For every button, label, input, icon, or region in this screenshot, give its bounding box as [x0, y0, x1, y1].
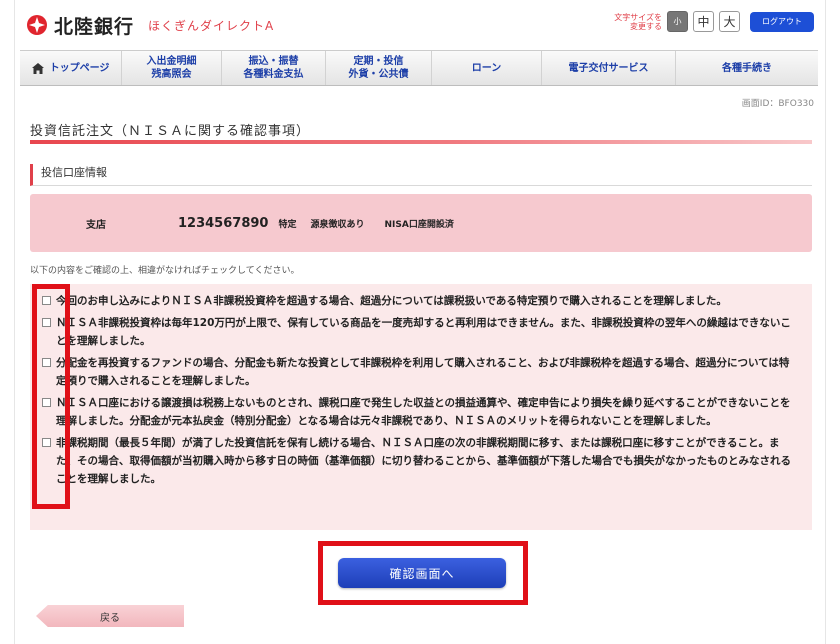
fontsize-large-button[interactable]: 大 [719, 11, 740, 32]
fontsize-controls: 文字サイズを変更する 小 中 大 ログアウト [614, 11, 814, 32]
nav-item-label: 振込・振替 各種料金支払 [243, 56, 304, 80]
bank-logo-icon [26, 14, 48, 36]
confirm-screen-button[interactable]: 確認画面へ [338, 558, 506, 588]
confirm-item-text: 非課税期間（最長５年間）が満了した投資信託を保有し続ける場合、ＮＩＳＡ口座の次の… [56, 437, 791, 485]
nav-item-statements[interactable]: 入出金明細 残高照会 [122, 51, 222, 85]
account-tax-status: 源泉徴収あり [310, 219, 365, 230]
title-underline [30, 140, 812, 144]
confirm-item-text: 今回のお申し込みによりＮＩＳＡ非課税投資枠を超過する場合、超過分については課税扱… [56, 295, 727, 307]
nav-item-label: 定期・投信 外貨・公共債 [348, 56, 409, 80]
confirm-item: ＮＩＳＡ口座における譲渡損は税務上ないものとされ、課税口座で発生した収益との損益… [42, 394, 798, 430]
bank-name: 北陸銀行 [54, 15, 135, 38]
nav-item-e-delivery[interactable]: 電子交付サービス [542, 51, 676, 85]
confirm-item-text: 分配金を再投資するファンドの場合、分配金も新たな投資として非課税枠を利用して購入… [56, 357, 790, 387]
confirm-item: 非課税期間（最長５年間）が満了した投資信託を保有し続ける場合、ＮＩＳＡ口座の次の… [42, 434, 798, 488]
back-button[interactable]: 戻る [36, 605, 184, 627]
account-branch: 支店 [86, 219, 106, 231]
fontsize-small-button[interactable]: 小 [667, 11, 688, 32]
nav-item-label: 電子交付サービス [568, 62, 649, 74]
global-nav: トップページ 入出金明細 残高照会 振込・振替 各種料金支払 定期・投信 外貨・… [20, 50, 818, 86]
fontsize-label: 文字サイズを変更する [614, 12, 662, 31]
instruction-text: 以下の内容をご確認の上、相違がなければチェックしてください。 [30, 266, 300, 276]
nav-item-label: ローン [471, 62, 502, 74]
nav-item-deposits-investments[interactable]: 定期・投信 外貨・公共債 [326, 51, 432, 85]
confirm-item: 今回のお申し込みによりＮＩＳＡ非課税投資枠を超過する場合、超過分については課税扱… [42, 292, 798, 310]
nav-item-label: 各種手続き [722, 62, 772, 74]
confirm-item-text: ＮＩＳＡ口座における譲渡損は税務上ないものとされ、課税口座で発生した収益との損益… [56, 397, 791, 427]
confirm-item-text: ＮＩＳＡ非課税投資枠は毎年120万円が上限で、保有している商品を一度売却すると再… [56, 317, 791, 347]
nav-item-label: トップページ [49, 62, 110, 74]
home-icon [31, 62, 44, 74]
nav-item-top[interactable]: トップページ [20, 51, 122, 85]
nav-item-label: 入出金明細 残高照会 [146, 56, 197, 80]
section-header: 投信口座情報 [30, 164, 812, 186]
nav-item-procedures[interactable]: 各種手続き [676, 51, 818, 85]
confirm-item: 分配金を再投資するファンドの場合、分配金も新たな投資として非課税枠を利用して購入… [42, 354, 798, 390]
account-nisa-status: NISA口座開設済 [384, 219, 454, 230]
page-title: 投資信託注文（ＮＩＳＡに関する確認事項） [30, 124, 311, 139]
screen-id: 画面ID：BFO330 [741, 99, 814, 109]
confirm-item: ＮＩＳＡ非課税投資枠は毎年120万円が上限で、保有している商品を一度売却すると再… [42, 314, 798, 350]
account-info-box: 支店 1234567890 特定 源泉徴収あり NISA口座開設済 [30, 194, 812, 252]
confirmation-list: 今回のお申し込みによりＮＩＳＡ非課税投資枠を超過する場合、超過分については課税扱… [30, 284, 812, 530]
account-type: 特定 [278, 219, 297, 230]
service-name: ほくぎんダイレクトA [148, 18, 275, 33]
fontsize-medium-button[interactable]: 中 [693, 11, 714, 32]
logout-button[interactable]: ログアウト [750, 11, 814, 32]
checkbox-highlight-frame [32, 284, 70, 509]
nav-item-loan[interactable]: ローン [432, 51, 542, 85]
bank-logo[interactable]: 北陸銀行 ほくぎんダイレクトA [26, 8, 274, 42]
account-number: 1234567890 [178, 215, 269, 231]
nav-item-transfer[interactable]: 振込・振替 各種料金支払 [222, 51, 326, 85]
